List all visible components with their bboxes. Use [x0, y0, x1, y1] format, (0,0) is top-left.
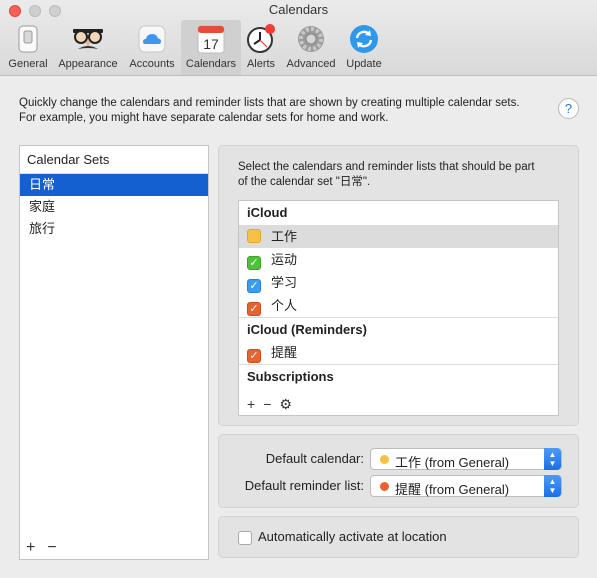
description-line-2: For example, you might have separate cal… — [19, 112, 389, 124]
title-bar: Calendars General Appearance Accounts 17… — [0, 0, 597, 76]
description-line-1: Quickly change the calendars and reminde… — [19, 97, 520, 109]
accounts-icon — [138, 25, 166, 53]
default-calendar-row: Default calendar: 工作 (from General) ▲ ▼ — [219, 447, 580, 471]
check-icon[interactable]: ✓ — [247, 302, 261, 316]
update-icon — [350, 25, 378, 53]
default-calendar-value: 工作 (from General) — [395, 455, 510, 470]
default-reminder-value: 提醒 (from General) — [395, 482, 510, 497]
preferences-window: Calendars General Appearance Accounts 17… — [0, 0, 597, 578]
reminder-list-row[interactable]: ✓ 提醒 — [239, 341, 558, 364]
calendar-name: 个人 — [271, 298, 298, 313]
toolbar-alerts[interactable]: Alerts — [242, 20, 280, 75]
reminder-list-name: 提醒 — [271, 345, 298, 360]
advanced-icon — [298, 26, 324, 52]
toolbar-accounts[interactable]: Accounts — [124, 20, 180, 75]
gear-icon[interactable]: ⚙ — [279, 396, 292, 412]
toolbar-general[interactable]: General — [4, 20, 52, 75]
window-title: Calendars — [268, 2, 329, 17]
remove-calendar-set-button[interactable]: − — [47, 539, 56, 556]
calendar-color-dot — [380, 455, 389, 464]
default-reminder-row: Default reminder list: 提醒 (from General)… — [219, 474, 580, 498]
toolbar-appearance-label: Appearance — [58, 58, 118, 70]
toolbar-alerts-label: Alerts — [246, 58, 276, 70]
check-icon[interactable]: ✓ — [247, 349, 261, 363]
default-reminder-popup[interactable]: 提醒 (from General) ▲ ▼ — [370, 475, 562, 497]
chevron-up-down-icon: ▲ ▼ — [544, 448, 561, 470]
calendar-name: 工作 — [271, 229, 298, 244]
calendar-sets-list: Calendar Sets 日常 家庭 旅行 + − — [19, 145, 209, 560]
calendar-name: 学习 — [271, 275, 298, 290]
calendar-sets-footer: + − — [26, 539, 69, 557]
selection-description-line-2: of the calendar set "日常". — [238, 176, 371, 188]
calendar-set-item[interactable]: 日常 — [20, 174, 208, 196]
add-calendar-set-button[interactable]: + — [26, 539, 35, 556]
calendar-list: iCloud 工作 ✓ 运动 ✓ 学习 ✓ 个人 iCloud (Reminders)… — [238, 200, 559, 416]
calendar-row[interactable]: ✓ 学习 — [239, 271, 558, 294]
calendar-list-tools: + − ⚙ — [247, 396, 300, 413]
section-header-icloud: iCloud — [247, 205, 288, 220]
remove-button[interactable]: − — [263, 396, 271, 412]
toolbar-update-label: Update — [346, 58, 382, 70]
default-calendar-popup[interactable]: 工作 (from General) ▲ ▼ — [370, 448, 562, 470]
calendar-day-number: 17 — [203, 36, 219, 52]
calendar-set-item[interactable]: 旅行 — [20, 218, 208, 240]
calendar-selection-group: Select the calendars and reminder lists … — [218, 145, 579, 426]
toolbar-calendars[interactable]: 17 Calendars — [181, 20, 241, 75]
appearance-icon — [73, 29, 103, 49]
section-header-subscriptions: Subscriptions — [239, 364, 558, 388]
toolbar-update[interactable]: Update — [341, 20, 387, 75]
defaults-group: Default calendar: 工作 (from General) ▲ ▼ D… — [218, 434, 579, 508]
general-icon — [18, 25, 38, 53]
calendar-checkbox[interactable] — [247, 229, 261, 243]
reminder-color-dot — [380, 482, 389, 491]
calendar-name: 运动 — [271, 252, 298, 267]
default-calendar-label: Default calendar: — [265, 451, 364, 466]
auto-activate-group: Automatically activate at location — [218, 516, 579, 558]
calendar-set-item[interactable]: 家庭 — [20, 196, 208, 218]
help-button[interactable]: ? — [558, 98, 579, 119]
calendar-row[interactable]: 工作 — [239, 225, 558, 248]
toolbar-calendars-label: Calendars — [185, 58, 237, 70]
chevron-up-down-icon: ▲ ▼ — [544, 475, 561, 497]
toolbar-advanced[interactable]: Advanced — [282, 20, 340, 75]
toolbar-advanced-label: Advanced — [286, 58, 336, 70]
selection-description: Select the calendars and reminder lists … — [238, 160, 568, 190]
add-button[interactable]: + — [247, 396, 255, 412]
calendar-row[interactable]: ✓ 运动 — [239, 248, 558, 271]
default-reminder-label: Default reminder list: — [244, 478, 364, 493]
check-icon[interactable]: ✓ — [247, 279, 261, 293]
section-header-icloud-reminders: iCloud (Reminders) — [239, 317, 558, 341]
toolbar-appearance[interactable]: Appearance — [54, 20, 122, 75]
description: Quickly change the calendars and reminde… — [19, 96, 549, 126]
calendar-sets-header: Calendar Sets — [20, 146, 208, 174]
auto-activate-label[interactable]: Automatically activate at location — [258, 529, 447, 544]
toolbar-general-label: General — [8, 58, 48, 70]
check-icon[interactable]: ✓ — [247, 256, 261, 270]
selection-description-line-1: Select the calendars and reminder lists … — [238, 161, 535, 173]
calendars-icon: 17 — [197, 25, 225, 54]
alerts-icon — [247, 24, 275, 53]
auto-activate-checkbox[interactable] — [238, 531, 252, 545]
calendar-row[interactable]: ✓ 个人 — [239, 294, 558, 317]
toolbar-accounts-label: Accounts — [129, 58, 175, 70]
